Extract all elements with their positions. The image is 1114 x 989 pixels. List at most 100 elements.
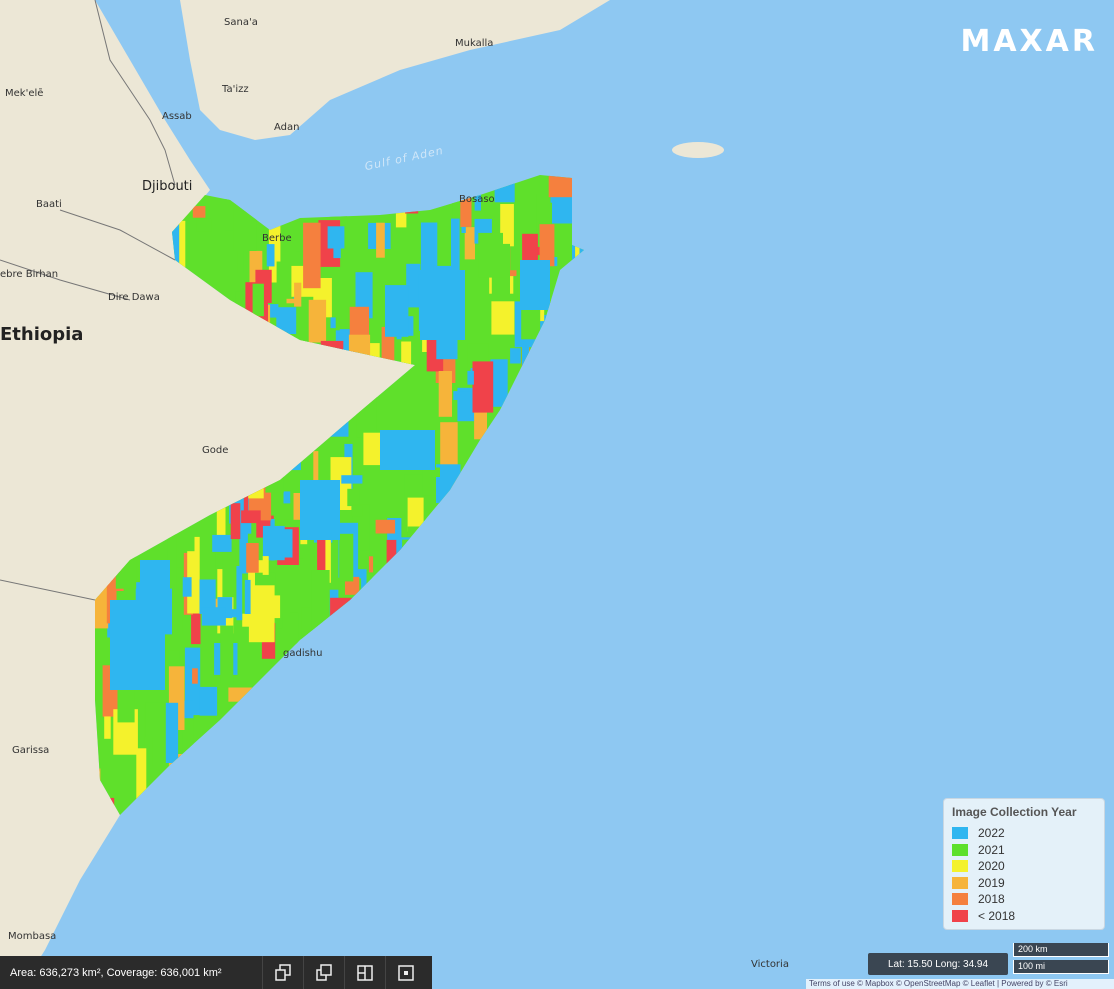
legend-swatch [952,827,968,840]
coverage-patch [242,613,264,627]
coverage-patch [248,584,275,643]
label-mombasa: Mombasa [8,931,57,942]
legend-item: 2020 [952,858,1096,875]
coverage-patch [491,301,515,335]
bottom-toolbar: Area: 636,273 km², Coverage: 636,001 km² [0,956,432,989]
lat-long-readout: Lat: 15.50 Long: 34.94 [868,953,1008,975]
coverage-patch [192,668,198,684]
split-view-button[interactable] [344,956,385,989]
label-sanaa: Sana'a [224,17,258,28]
coverage-patch [385,285,409,337]
label-mekele: Mek'elē [5,88,44,99]
coverage-patch [330,317,336,329]
coverage-patch [104,716,111,739]
legend-item: < 2018 [952,908,1096,925]
coverage-patch [420,270,465,340]
label-assab: Assab [162,111,192,122]
coverage-patch [230,503,241,540]
coverage-patch [341,475,363,484]
coverage-patch [222,548,236,598]
coverage-patch [376,222,385,258]
coverage-patch [363,432,381,466]
copy-back-button[interactable] [303,956,344,989]
scale-bar-mi: 100 mi [1013,960,1109,974]
coverage-patch [266,244,275,267]
legend-label: 2018 [978,892,1005,907]
coverage-patch [368,556,374,573]
label-adan: Adan [274,122,300,133]
label-mogadishu: gadishu [283,648,323,659]
frame-select-icon [398,964,414,981]
label-garissa: Garissa [12,745,50,756]
label-dire-dawa: Dire Dawa [108,292,160,303]
copy-front-icon [275,963,291,981]
label-taizz: Ta'izz [222,84,249,95]
legend-label: 2022 [978,826,1005,841]
legend: Image Collection Year 2022 2021 2020 2019 20… [943,798,1105,930]
coverage-patch [438,371,452,417]
label-debre-birhan: ebre Birhan [0,269,59,280]
coverage-patch [380,430,435,470]
label-bosaso: Bosaso [459,194,495,205]
legend-swatch [952,876,968,889]
label-ethiopia: Ethiopia [0,324,84,345]
copy-front-button[interactable] [262,956,303,989]
coverage-patch [308,299,327,343]
coverage-patch [434,467,440,477]
coverage-patch [281,529,293,558]
map-attribution[interactable]: Terms of use © Mapbox © OpenStreetMap © … [806,979,1114,989]
coverage-patch [472,361,494,413]
coverage-patch [510,348,521,364]
coverage-patch [539,224,555,267]
scale-bar-km: 200 km [1013,943,1109,957]
frame-select-button[interactable] [385,956,426,989]
split-view-icon [357,964,373,981]
coverage-patch [300,480,340,540]
label-baati: Baati [36,199,62,210]
legend-title: Image Collection Year [952,805,1077,819]
coverage-patch [236,566,243,621]
coverage-patch [196,218,212,232]
legend-item: 2021 [952,842,1096,859]
legend-label: 2021 [978,842,1005,857]
legend-label: < 2018 [978,908,1016,923]
legend-swatch [952,860,968,873]
label-berbera: Berbe [262,233,292,244]
legend-item: 2019 [952,875,1096,892]
legend-label: 2019 [978,875,1005,890]
coverage-patch [244,579,251,614]
legend-item: 2022 [952,825,1096,842]
legend-item: 2018 [952,891,1096,908]
coverage-patch [199,686,218,716]
label-djibouti: Djibouti [142,179,193,194]
coverage-patch [140,560,170,600]
coverage-patch [252,283,264,317]
coverage-patch [351,505,363,517]
coverage-patch [110,600,165,690]
legend-label: 2020 [978,859,1005,874]
coverage-patch [212,534,232,552]
legend-swatch [952,843,968,856]
coverage-patch [246,543,259,573]
area-coverage-readout: Area: 636,273 km², Coverage: 636,001 km² [10,966,222,979]
coverage-patch [145,702,165,737]
coverage-patch [192,206,206,218]
coverage-patch [520,260,550,310]
label-gode: Gode [202,445,229,456]
coverage-patch [347,488,360,507]
coverage-patch [283,491,291,504]
coverage-patch [327,226,345,249]
socotra-island [672,142,724,158]
coverage-patch [467,370,474,385]
label-victoria: Victoria [751,959,789,970]
label-mukalla: Mukalla [455,38,494,49]
coverage-patch [201,607,226,626]
legend-swatch [952,893,968,906]
copy-back-icon [316,963,332,981]
maxar-logo: MAXAR [960,24,1098,59]
coverage-patch [339,533,354,582]
coverage-patch [478,232,503,278]
coverage-patch [294,282,302,307]
coverage-patch [401,341,412,365]
coverage-patch [165,702,179,763]
